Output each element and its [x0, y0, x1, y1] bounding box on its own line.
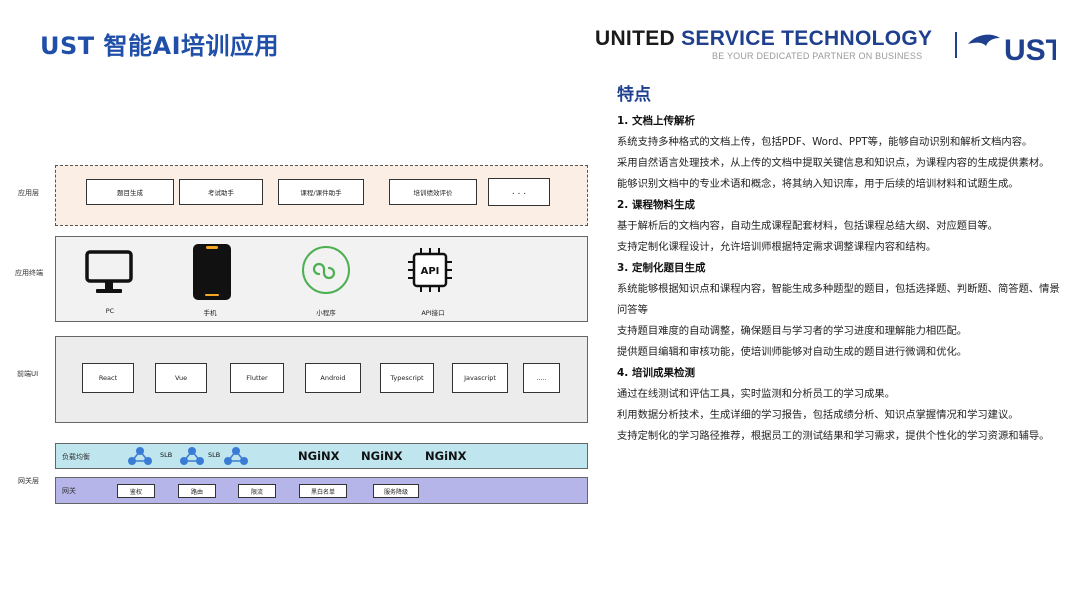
nginx-logo-2: NGiNX [361, 449, 403, 463]
fe-item-javascript: Javascript [452, 363, 508, 393]
app-layer-label: 应用层 [18, 189, 39, 197]
slb-network-icon [180, 447, 204, 465]
feature-paragraph: 支持题目难度的自动调整，确保题目与学习者的学习进度和理解能力相匹配。 [617, 325, 968, 337]
gw-label: 网关 [62, 487, 76, 495]
fe-item-vue: Vue [155, 363, 207, 393]
gw-item-routing: 路由 [178, 484, 216, 498]
company-name-part1: UNITED [595, 27, 682, 50]
gw-item-blackwhitelist: 黑白名单 [299, 484, 347, 498]
feature-paragraph: 支持定制化课程设计，允许培训师根据特定需求调整课程内容和结构。 [617, 241, 937, 253]
terminal-label-pc: PC [105, 307, 115, 315]
nginx-logo-1: NGiNX [298, 449, 340, 463]
slb-label-1: SLB [160, 451, 173, 459]
feature-section-title: 2. 课程物料生成 [617, 199, 695, 211]
gw-item-auth: 鉴权 [117, 484, 155, 498]
gateway-layer: 网关 鉴权 路由 限流 黑白名单 服务降级 [55, 477, 588, 504]
slb-label-2: SLB [208, 451, 221, 459]
header-divider [955, 32, 957, 58]
fe-item-typescript: Typescript [380, 363, 434, 393]
company-name-part2: SERVICE TECHNOLOGY [681, 27, 933, 50]
feature-paragraph: 利用数据分析技术，生成详细的学习报告，包括成绩分析、知识点掌握情况和学习建议。 [617, 409, 1019, 421]
app-item-performance-eval: 培训绩效评价 [389, 179, 477, 205]
gw-item-degradation: 服务降级 [373, 484, 419, 498]
gw-item-ratelimit: 限流 [238, 484, 276, 498]
app-layer: 题目生成 考试助手 课程/课件助手 培训绩效评价 . . . [55, 165, 588, 226]
feature-paragraph: 提供题目编辑和审核功能，使培训师能够对自动生成的题目进行微调和优化。 [617, 346, 968, 358]
page-title: UST 智能AI培训应用 [40, 32, 280, 60]
feature-section-title: 1. 文档上传解析 [617, 115, 695, 127]
slb-network-icon [128, 447, 152, 465]
fe-item-react: React [82, 363, 134, 393]
slb-network-icon [224, 447, 248, 465]
feature-section-title: 4. 培训成果检测 [617, 367, 695, 379]
feature-paragraph: 系统能够根据知识点和课程内容，智能生成多种题型的题目，包括选择题、判断题、简答题… [617, 283, 1060, 316]
terminal-label-phone: 手机 [203, 309, 217, 317]
gateway-layer-label: 网关层 [18, 477, 39, 485]
feature-paragraph: 能够识别文档中的专业术语和概念，将其纳入知识库，用于后续的培训材料和试题生成。 [617, 178, 1019, 190]
fe-item-more: ..... [523, 363, 560, 393]
terminal-label-miniprogram: 小程序 [316, 309, 336, 317]
phone-icon [193, 244, 231, 300]
frontend-layer-label: 前端UI [17, 370, 39, 378]
nginx-logo-3: NGiNX [425, 449, 467, 463]
app-item-question-gen: 题目生成 [86, 179, 174, 205]
frontend-layer: React Vue Flutter Android Typescript Jav… [55, 336, 588, 423]
company-tagline: BE YOUR DEDICATED PARTNER ON BUSINESS [712, 51, 923, 61]
feature-paragraph: 系统支持多种格式的文档上传，包括PDF、Word、PPT等，能够自动识别和解析文… [617, 136, 1033, 148]
terminal-layer-label: 应用终端 [15, 269, 43, 277]
feature-paragraph: 基于解析后的文档内容，自动生成课程配套材料，包括课程总结大纲、对应题目等。 [617, 220, 998, 232]
mini-program-icon [302, 246, 350, 294]
app-item-course-assistant: 课程/课件助手 [278, 179, 364, 205]
lb-label: 负载均衡 [62, 453, 90, 461]
terminal-layer: PC 手机 小程序 API API接口 [55, 236, 588, 322]
logo-text: UST [1004, 34, 1056, 66]
app-item-exam-assistant: 考试助手 [179, 179, 263, 205]
ust-logo: UST [968, 34, 1056, 66]
load-balancer-layer: 负载均衡 SLB SLB NGiNX NGiNX NGiNX [55, 443, 588, 469]
api-chip-icon: API [408, 248, 452, 292]
fe-item-flutter: Flutter [230, 363, 284, 393]
feature-section-title: 3. 定制化题目生成 [617, 262, 706, 274]
feature-paragraph: 通过在线测试和评估工具，实时监测和分析员工的学习成果。 [617, 388, 896, 400]
features-heading: 特点 [617, 85, 651, 105]
feature-paragraph: 采用自然语言处理技术，从上传的文档中提取关键信息和知识点，为课程内容的生成提供素… [617, 157, 1050, 169]
company-name: UNITED SERVICE TECHNOLOGY [595, 27, 932, 51]
monitor-icon [85, 250, 133, 293]
svg-text:API: API [421, 266, 440, 277]
fe-item-android: Android [305, 363, 361, 393]
app-item-more: . . . [488, 178, 550, 206]
terminal-label-api: API接口 [421, 309, 445, 317]
dolphin-icon [968, 34, 1000, 46]
features-panel: 特点 1. 文档上传解析 系统支持多种格式的文档上传，包括PDF、Word、PP… [617, 80, 1062, 447]
feature-paragraph: 支持定制化的学习路径推荐，根据员工的测试结果和学习需求，提供个性化的学习资源和辅… [617, 430, 1050, 442]
